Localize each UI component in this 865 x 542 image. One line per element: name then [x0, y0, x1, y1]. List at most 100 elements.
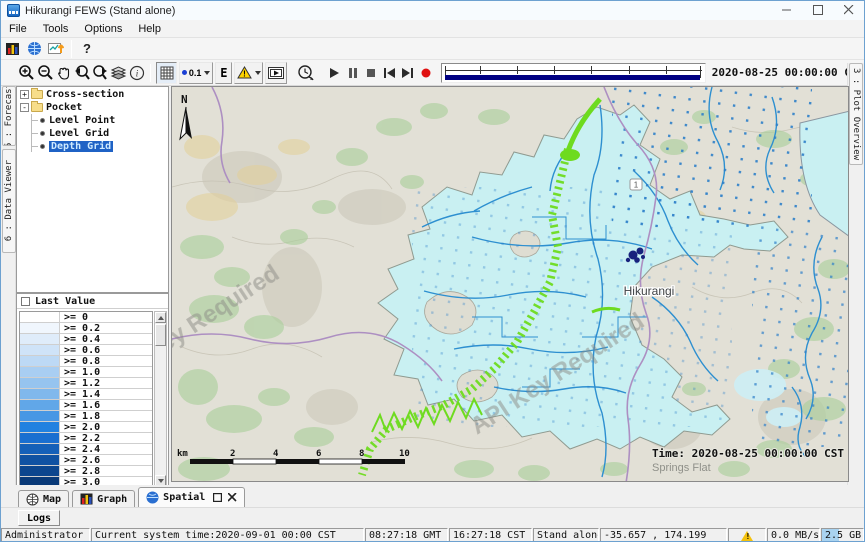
skip-back-button[interactable]: [380, 62, 398, 84]
restore-pane-icon[interactable]: [213, 493, 222, 502]
legend-swatch: [20, 378, 60, 388]
close-pane-icon[interactable]: [228, 493, 237, 502]
legend-swatch: [20, 389, 60, 399]
zoom-next-icon[interactable]: [91, 62, 109, 84]
status-throughput: 0.0 MB/s: [767, 528, 820, 542]
minimize-button[interactable]: [772, 1, 802, 19]
tab-spatial[interactable]: Spatial: [138, 487, 245, 507]
legend-row: >= 2.2: [20, 433, 152, 444]
tree-item-depth-grid[interactable]: Depth Grid: [32, 140, 168, 152]
menu-file[interactable]: File: [1, 21, 35, 37]
chevron-down-icon: [255, 71, 261, 75]
contour-interval-dropdown[interactable]: 0.1: [179, 62, 214, 84]
tab-graph[interactable]: Graph: [72, 490, 135, 507]
locality-label: Springs Flat: [652, 462, 711, 474]
tree-item-pocket[interactable]: - Pocket: [17, 101, 168, 113]
node-bullet-icon: [40, 131, 45, 136]
animation-clock-icon[interactable]: [297, 62, 315, 84]
main-toolbar: ?: [1, 38, 864, 60]
bar-chart-icon: [80, 493, 93, 505]
zoom-previous-icon[interactable]: [73, 62, 91, 84]
collapse-icon[interactable]: -: [20, 103, 29, 112]
menu-help[interactable]: Help: [130, 21, 169, 37]
timeline-slider[interactable]: [441, 63, 705, 83]
legend-row: >= 2.4: [20, 444, 152, 455]
scrollbar-thumb[interactable]: [155, 324, 166, 346]
filter-tree-panel: + Cross-section - Pocket Level Point Lev…: [16, 86, 169, 293]
grid-display-button[interactable]: [156, 62, 176, 84]
pan-hand-icon[interactable]: [55, 62, 73, 84]
last-value-label: Last Value: [35, 296, 95, 307]
close-button[interactable]: [834, 1, 864, 19]
menu-tools[interactable]: Tools: [35, 21, 77, 37]
tab-graph-label: Graph: [97, 494, 127, 505]
play-button[interactable]: [325, 62, 343, 84]
menu-options[interactable]: Options: [76, 21, 130, 37]
logs-button[interactable]: Logs: [18, 510, 60, 526]
tree-item-label: Level Grid: [49, 128, 109, 139]
tab-map-label: Map: [43, 494, 61, 505]
record-button[interactable]: [417, 62, 435, 84]
spatial-display-icon[interactable]: [45, 38, 67, 60]
legend-row-label: >= 1.8: [60, 411, 100, 421]
svg-text:8: 8: [359, 449, 364, 459]
legend-row-label: >= 1.6: [60, 400, 100, 410]
explorer-icon[interactable]: [1, 38, 23, 60]
folder-icon: [31, 90, 43, 99]
last-value-checkbox[interactable]: [21, 297, 30, 306]
legend-swatch: [20, 466, 60, 476]
tab-spatial-label: Spatial: [163, 492, 205, 503]
status-mode: Stand alone: [533, 528, 599, 542]
status-gmt-time: 08:27:18 GMT: [365, 528, 448, 542]
tree-item-level-grid[interactable]: Level Grid: [32, 127, 168, 139]
legend-list: >= 0 >= 0.2 >= 0.4 >= 0.6 >= 0.8 >= 1.0 …: [19, 311, 153, 487]
legend-swatch: [20, 422, 60, 432]
zoom-in-icon[interactable]: [18, 62, 36, 84]
tab-data-viewer[interactable]: 6 : Data Viewer: [2, 149, 16, 253]
stop-button[interactable]: [362, 62, 380, 84]
tab-forecast[interactable]: 5 : Forecast: [2, 86, 16, 146]
map-toolbar: i 0.1 E !: [1, 60, 864, 86]
map-viewport[interactable]: API Key Required API Key Required 1 Hiku…: [171, 86, 849, 482]
tree-item-level-point[interactable]: Level Point: [32, 114, 168, 126]
legend-row-label: >= 2.4: [60, 444, 100, 454]
pause-button[interactable]: [343, 62, 361, 84]
right-tab-strip: 3 : Plot Overview: [847, 63, 864, 541]
legend-swatch: [20, 444, 60, 454]
window-title: Hikurangi FEWS (Stand alone): [25, 5, 175, 17]
legend-swatch: [20, 345, 60, 355]
legend-row: >= 2.0: [20, 422, 152, 433]
tab-map[interactable]: Map: [18, 490, 69, 507]
legend-row-label: >= 0.4: [60, 334, 100, 344]
tree-item-cross-section[interactable]: + Cross-section: [17, 88, 168, 100]
animation-button[interactable]: [265, 62, 287, 84]
info-icon[interactable]: i: [128, 62, 146, 84]
legend-row: >= 0.4: [20, 334, 152, 345]
legend-row: >= 2.6: [20, 455, 152, 466]
warning-dropdown[interactable]: !: [234, 62, 263, 84]
status-memory: 2.5 GB: [821, 528, 864, 542]
legend-row-label: >= 2.2: [60, 433, 100, 443]
zoom-out-icon[interactable]: [36, 62, 54, 84]
tab-plot-overview[interactable]: 3 : Plot Overview: [849, 63, 863, 165]
status-coordinates: -35.657 , 174.199: [600, 528, 727, 542]
profile-button[interactable]: E: [215, 62, 232, 84]
tab-plot-overview-label: 3 : Plot Overview: [851, 68, 861, 160]
tree-item-label-selected: Depth Grid: [49, 141, 113, 152]
legend-row: >= 1.6: [20, 400, 152, 411]
layers-icon[interactable]: [110, 62, 128, 84]
legend-scrollbar[interactable]: [154, 311, 167, 487]
status-warning-cell[interactable]: [728, 528, 766, 542]
scroll-up-icon[interactable]: [155, 312, 166, 323]
warning-icon: [741, 531, 753, 541]
maximize-button[interactable]: [803, 1, 833, 19]
legend-row: >= 0.2: [20, 323, 152, 334]
legend-row: >= 1.0: [20, 367, 152, 378]
skip-forward-button[interactable]: [399, 62, 417, 84]
help-button[interactable]: ?: [76, 38, 98, 60]
globe-icon[interactable]: [23, 38, 45, 60]
town-label: Hikurangi: [624, 284, 675, 298]
expand-icon[interactable]: +: [20, 90, 29, 99]
bottom-tab-bar: Map Graph Spatial: [1, 485, 864, 507]
legend-swatch: [20, 323, 60, 333]
